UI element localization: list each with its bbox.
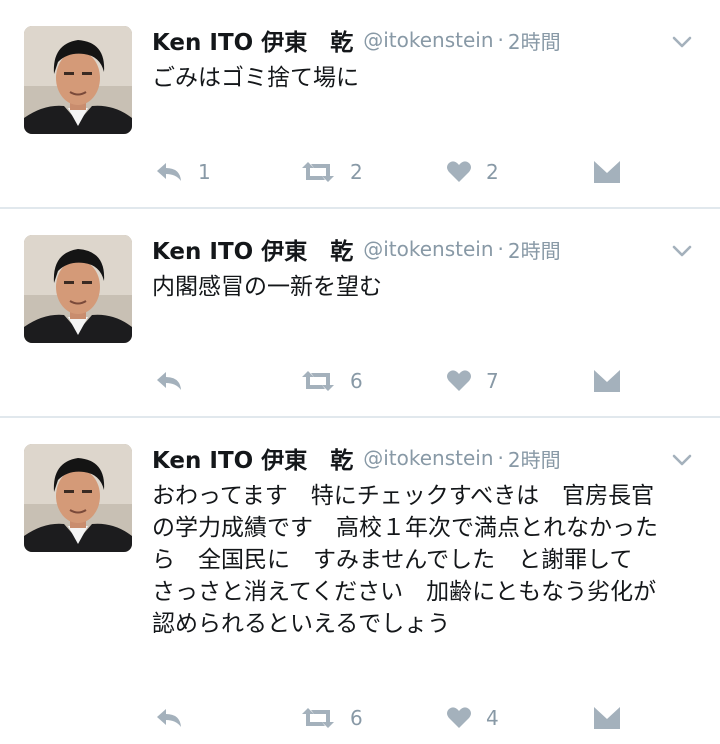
tweet-timeline: Ken ITO 伊東 乾 @itokenstein · 2時間 ごみはゴミ捨て場… [0, 0, 720, 744]
author-handle[interactable]: @itokenstein [363, 446, 493, 470]
like-count: 7 [486, 369, 499, 393]
tweet-content: Ken ITO 伊東 乾 @itokenstein · 2時間 おわってます 特… [152, 436, 700, 640]
tweet-actions: 1 2 2 [152, 154, 680, 190]
reply-button[interactable] [154, 363, 198, 399]
tweet-time[interactable]: 2時間 [508, 444, 561, 473]
tweet-actions: 6 4 [152, 700, 680, 736]
reply-count: 1 [198, 160, 211, 184]
author-handle[interactable]: @itokenstein [363, 28, 493, 52]
author-name[interactable]: Ken ITO 伊東 乾 [152, 232, 353, 266]
tweet-header: Ken ITO 伊東 乾 @itokenstein · 2時間 [152, 227, 700, 271]
like-count: 2 [486, 160, 499, 184]
heart-icon [446, 369, 472, 393]
direct-message-icon [592, 705, 622, 731]
tweet-time[interactable]: 2時間 [508, 235, 561, 264]
meta-separator: · [497, 28, 504, 52]
tweet-actions: 6 7 [152, 363, 680, 399]
retweet-count: 6 [350, 369, 363, 393]
reply-icon [154, 160, 184, 184]
retweet-button[interactable]: 2 [300, 154, 363, 190]
author-handle[interactable]: @itokenstein [363, 237, 493, 261]
retweet-button[interactable]: 6 [300, 700, 363, 736]
tweet-time[interactable]: 2時間 [508, 26, 561, 55]
retweet-icon [300, 160, 336, 184]
direct-message-icon [592, 368, 622, 394]
direct-message-icon [592, 159, 622, 185]
tweet[interactable]: Ken ITO 伊東 乾 @itokenstein · 2時間 ごみはゴミ捨て場… [0, 0, 720, 209]
chevron-down-icon[interactable] [668, 237, 696, 265]
direct-message-button[interactable] [592, 154, 622, 190]
avatar[interactable] [24, 235, 132, 343]
like-button[interactable]: 4 [446, 700, 499, 736]
chevron-down-icon[interactable] [668, 28, 696, 56]
retweet-button[interactable]: 6 [300, 363, 363, 399]
tweet-header: Ken ITO 伊東 乾 @itokenstein · 2時間 [152, 18, 700, 62]
tweet-text: おわってます 特にチェックすべきは 官房長官の学力成績です 高校１年次で満点とれ… [152, 483, 658, 637]
heart-icon [446, 160, 472, 184]
heart-icon [446, 706, 472, 730]
reply-icon [154, 706, 184, 730]
tweet-text: ごみはゴミ捨て場に [152, 65, 359, 91]
author-name[interactable]: Ken ITO 伊東 乾 [152, 23, 353, 57]
retweet-count: 6 [350, 706, 363, 730]
retweet-count: 2 [350, 160, 363, 184]
reply-button[interactable] [154, 700, 198, 736]
direct-message-button[interactable] [592, 363, 622, 399]
direct-message-button[interactable] [592, 700, 622, 736]
like-button[interactable]: 7 [446, 363, 499, 399]
meta-separator: · [497, 446, 504, 470]
tweet[interactable]: Ken ITO 伊東 乾 @itokenstein · 2時間 内閣感冒の一新を… [0, 209, 720, 418]
like-count: 4 [486, 706, 499, 730]
tweet-text: 内閣感冒の一新を望む [152, 274, 382, 300]
tweet[interactable]: Ken ITO 伊東 乾 @itokenstein · 2時間 おわってます 特… [0, 418, 720, 744]
reply-icon [154, 369, 184, 393]
retweet-icon [300, 369, 336, 393]
meta-separator: · [497, 237, 504, 261]
retweet-icon [300, 706, 336, 730]
tweet-content: Ken ITO 伊東 乾 @itokenstein · 2時間 内閣感冒の一新を… [152, 227, 700, 303]
chevron-down-icon[interactable] [668, 446, 696, 474]
avatar[interactable] [24, 444, 132, 552]
like-button[interactable]: 2 [446, 154, 499, 190]
reply-button[interactable]: 1 [154, 154, 211, 190]
tweet-header: Ken ITO 伊東 乾 @itokenstein · 2時間 [152, 436, 700, 480]
avatar[interactable] [24, 26, 132, 134]
author-name[interactable]: Ken ITO 伊東 乾 [152, 441, 353, 475]
tweet-content: Ken ITO 伊東 乾 @itokenstein · 2時間 ごみはゴミ捨て場… [152, 18, 700, 94]
